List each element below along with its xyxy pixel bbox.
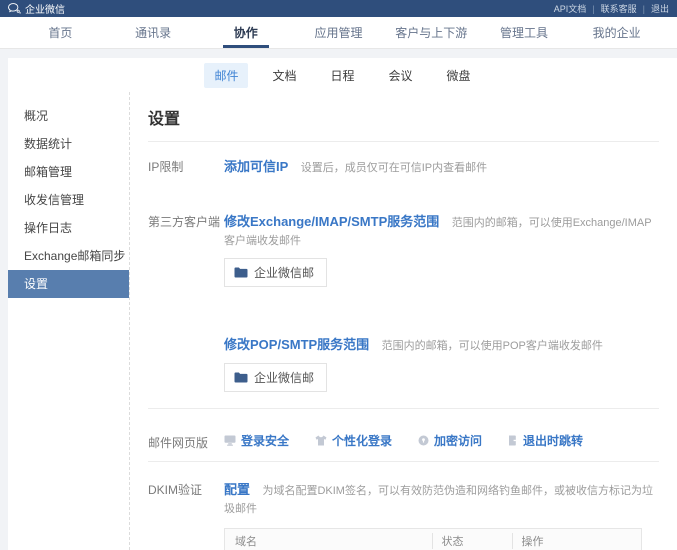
nav-item-contacts[interactable]: 通讯录 bbox=[107, 17, 200, 48]
dkim-hint: 为域名配置DKIM签名，可以有效防范伪造和网络钓鱼邮件，或被收信方标记为垃圾邮件 bbox=[224, 485, 653, 515]
api-docs-link[interactable]: API文档 bbox=[554, 2, 587, 15]
sidebar-item-send-receive[interactable]: 收发信管理 bbox=[8, 186, 129, 214]
sidebar-item-mailbox-management[interactable]: 邮箱管理 bbox=[8, 158, 129, 186]
column-header-action: 操作 bbox=[512, 529, 642, 550]
pop-scope-block: 修改POP/SMTP服务范围 范围内的邮箱，可以使用POP客户端收发邮件 企业微… bbox=[224, 334, 659, 392]
sidebar-item-label: Exchange邮箱同步 bbox=[24, 249, 125, 263]
tab-calendar[interactable]: 日程 bbox=[320, 63, 364, 88]
logout-link[interactable]: 退出 bbox=[651, 2, 669, 15]
nav-item-customers[interactable]: 客户与上下游 bbox=[385, 17, 478, 48]
tab-label: 邮件 bbox=[214, 69, 238, 83]
dkim-config-link[interactable]: 配置 bbox=[224, 482, 250, 497]
topbar: 企业微信 API文档 | 联系客服 | 退出 bbox=[0, 0, 677, 17]
nav-item-label: 通讯录 bbox=[135, 24, 171, 41]
nav-item-apps[interactable]: 应用管理 bbox=[292, 17, 385, 48]
scope-tag-label: 企业微信邮 bbox=[254, 369, 314, 386]
brand-name: 企业微信 bbox=[25, 1, 65, 16]
divider bbox=[148, 408, 659, 409]
divider bbox=[148, 141, 659, 142]
nav-item-label: 首页 bbox=[48, 24, 72, 41]
sidebar-item-settings[interactable]: 设置 bbox=[8, 270, 129, 298]
sidebar-item-exchange-sync[interactable]: Exchange邮箱同步 bbox=[8, 242, 129, 270]
personalized-login-item: 个性化登录 bbox=[315, 432, 392, 449]
dkim-label: DKIM验证 bbox=[148, 479, 224, 498]
modify-pop-scope-link[interactable]: 修改POP/SMTP服务范围 bbox=[224, 337, 369, 352]
page-background: 邮件 文档 日程 会议 微盘 概况 数据统计 邮箱管理 收发信管理 操作日志 E… bbox=[0, 49, 677, 550]
nav-item-label: 协作 bbox=[234, 24, 258, 41]
sidebar-item-label: 设置 bbox=[24, 277, 48, 291]
shirt-icon bbox=[315, 435, 327, 446]
logout-redirect-link[interactable]: 退出时跳转 bbox=[523, 432, 583, 449]
topbar-separator: | bbox=[643, 4, 645, 14]
sidebar-item-label: 收发信管理 bbox=[24, 193, 84, 207]
tab-drive[interactable]: 微盘 bbox=[437, 63, 481, 88]
sidebar-item-label: 操作日志 bbox=[24, 221, 72, 235]
scope-tag-label: 企业微信邮 bbox=[254, 264, 314, 281]
webmail-label: 邮件网页版 bbox=[148, 432, 224, 451]
add-trusted-ip-link[interactable]: 添加可信IP bbox=[224, 159, 288, 174]
logout-redirect-item: 退出时跳转 bbox=[508, 432, 583, 449]
pop-scope-hint: 范围内的邮箱，可以使用POP客户端收发邮件 bbox=[382, 340, 603, 352]
ip-restriction-row: IP限制 添加可信IP 设置后，成员仅可在可信IP内查看邮件 bbox=[148, 156, 659, 176]
nav-item-label: 应用管理 bbox=[315, 24, 363, 41]
nav-item-collaboration[interactable]: 协作 bbox=[199, 17, 292, 48]
settings-panel: 设置 IP限制 添加可信IP 设置后，成员仅可在可信IP内查看邮件 第三方客户端 bbox=[130, 92, 677, 550]
contact-support-link[interactable]: 联系客服 bbox=[601, 2, 637, 15]
nav-item-my-company[interactable]: 我的企业 bbox=[570, 17, 663, 48]
nav-item-label: 客户与上下游 bbox=[395, 24, 467, 41]
folder-icon bbox=[234, 372, 248, 383]
subtabs: 邮件 文档 日程 会议 微盘 bbox=[8, 58, 677, 92]
sidebar-item-label: 邮箱管理 bbox=[24, 165, 72, 179]
lock-icon bbox=[418, 435, 429, 446]
personalized-login-link[interactable]: 个性化登录 bbox=[332, 432, 392, 449]
sidebar-item-label: 概况 bbox=[24, 109, 48, 123]
dkim-domain-table: 域名 状态 操作 988666.club 已验证 查看配置 bbox=[224, 528, 642, 550]
sidebar-item-label: 数据统计 bbox=[24, 137, 72, 151]
tab-label: 微盘 bbox=[447, 69, 471, 83]
sidebar-item-statistics[interactable]: 数据统计 bbox=[8, 130, 129, 158]
column-header-status: 状态 bbox=[432, 529, 512, 550]
third-party-row: 第三方客户端 修改Exchange/IMAP/SMTP服务范围 范围内的邮箱，可… bbox=[148, 211, 659, 408]
nav-item-label: 我的企业 bbox=[593, 24, 641, 41]
content-card: 邮件 文档 日程 会议 微盘 概况 数据统计 邮箱管理 收发信管理 操作日志 E… bbox=[8, 58, 677, 550]
encrypted-access-link[interactable]: 加密访问 bbox=[434, 432, 482, 449]
page-title: 设置 bbox=[148, 105, 659, 129]
pop-scope-tag: 企业微信邮 bbox=[224, 363, 327, 392]
sidebar-item-overview[interactable]: 概况 bbox=[8, 102, 129, 130]
tab-docs[interactable]: 文档 bbox=[262, 63, 306, 88]
encrypted-access-item: 加密访问 bbox=[418, 432, 482, 449]
tab-meeting[interactable]: 会议 bbox=[379, 63, 423, 88]
exchange-scope-tag: 企业微信邮 bbox=[224, 258, 327, 287]
topbar-separator: | bbox=[592, 4, 594, 14]
brand: 企业微信 bbox=[8, 1, 65, 16]
folder-icon bbox=[234, 267, 248, 278]
modify-exchange-scope-link[interactable]: 修改Exchange/IMAP/SMTP服务范围 bbox=[224, 214, 439, 229]
login-security-link[interactable]: 登录安全 bbox=[241, 432, 289, 449]
tab-mail[interactable]: 邮件 bbox=[204, 63, 248, 88]
tab-label: 会议 bbox=[389, 69, 413, 83]
topbar-links: API文档 | 联系客服 | 退出 bbox=[554, 2, 669, 15]
ip-restriction-hint: 设置后，成员仅可在可信IP内查看邮件 bbox=[301, 162, 487, 174]
nav-item-home[interactable]: 首页 bbox=[14, 17, 107, 48]
main-nav: 首页 通讯录 协作 应用管理 客户与上下游 管理工具 我的企业 bbox=[0, 17, 677, 49]
monitor-icon bbox=[224, 435, 236, 446]
nav-item-admin-tools[interactable]: 管理工具 bbox=[478, 17, 571, 48]
divider bbox=[148, 461, 659, 462]
tab-label: 文档 bbox=[272, 69, 296, 83]
column-header-domain: 域名 bbox=[225, 529, 432, 550]
sidebar: 概况 数据统计 邮箱管理 收发信管理 操作日志 Exchange邮箱同步 设置 bbox=[8, 92, 130, 550]
nav-item-label: 管理工具 bbox=[500, 24, 548, 41]
exit-icon bbox=[508, 435, 518, 446]
sidebar-item-operation-log[interactable]: 操作日志 bbox=[8, 214, 129, 242]
webmail-row: 邮件网页版 登录安全 bbox=[148, 423, 659, 461]
table-header-row: 域名 状态 操作 bbox=[225, 529, 642, 550]
third-party-label: 第三方客户端 bbox=[148, 211, 224, 230]
tab-label: 日程 bbox=[330, 69, 354, 83]
login-security-item: 登录安全 bbox=[224, 432, 289, 449]
wework-logo-icon bbox=[8, 3, 21, 14]
dkim-row: DKIM验证 配置 为域名配置DKIM签名，可以有效防范伪造和网络钓鱼邮件，或被… bbox=[148, 476, 659, 550]
ip-restriction-label: IP限制 bbox=[148, 156, 224, 175]
exchange-scope-block: 修改Exchange/IMAP/SMTP服务范围 范围内的邮箱，可以使用Exch… bbox=[224, 211, 659, 287]
